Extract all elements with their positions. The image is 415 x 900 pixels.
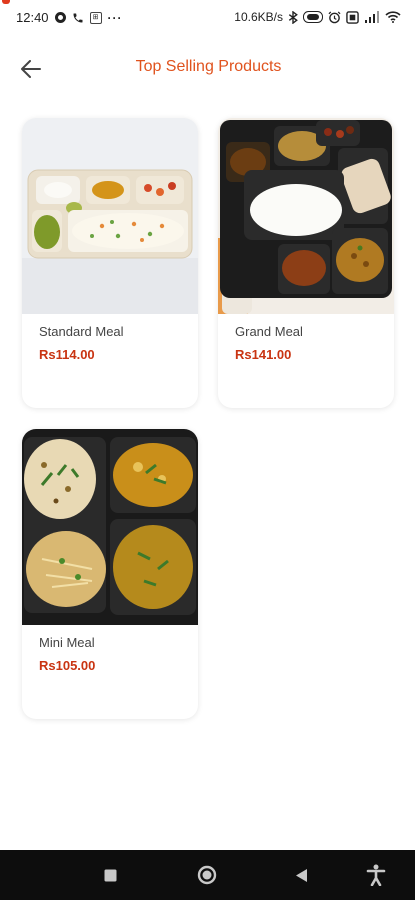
system-nav-bar — [0, 850, 415, 900]
app-header: Top Selling Products — [0, 44, 415, 92]
product-card-mini-meal[interactable]: Mini Meal Rs105.00 — [22, 429, 198, 719]
product-card-standard-meal[interactable]: Standard Meal Rs114.00 — [22, 118, 198, 408]
home-circle-icon — [197, 865, 217, 885]
back-nav-button[interactable] — [276, 850, 326, 900]
page-title: Top Selling Products — [135, 58, 282, 75]
grand-meal-image — [218, 118, 394, 314]
wifi-icon — [385, 11, 401, 23]
accessibility-button[interactable] — [351, 850, 401, 900]
accessibility-icon — [366, 864, 386, 886]
recents-square-icon — [104, 869, 116, 881]
bluetooth-icon — [288, 10, 298, 24]
signal-icon — [365, 11, 379, 23]
product-price: Rs114.00 — [39, 347, 95, 362]
network-speed: 10.6KB/s — [234, 10, 283, 24]
app-box-icon: ⊞ — [89, 11, 102, 24]
mini-meal-image — [22, 429, 198, 625]
product-name: Standard Meal — [39, 324, 124, 339]
hd-icon — [303, 11, 323, 23]
alarm-icon — [328, 11, 341, 23]
more-dots-icon: ··· — [107, 10, 123, 25]
status-left: 12:40 ⊞ ··· — [16, 10, 123, 25]
standard-meal-image — [22, 118, 198, 314]
battery-saver-icon — [346, 10, 359, 24]
status-bar: 12:40 ⊞ ··· 10.6KB/s — [0, 0, 415, 36]
status-right: 10.6KB/s — [234, 10, 401, 24]
back-triangle-icon — [295, 868, 307, 882]
status-time: 12:40 — [16, 10, 49, 25]
product-card-grand-meal[interactable]: Grand Meal Rs141.00 — [218, 118, 394, 408]
product-name: Mini Meal — [39, 635, 95, 650]
product-name: Grand Meal — [235, 324, 303, 339]
phone-icon — [73, 13, 83, 22]
home-button[interactable] — [182, 850, 232, 900]
product-price: Rs141.00 — [235, 347, 292, 362]
product-price: Rs105.00 — [39, 658, 96, 673]
recording-indicator — [2, 0, 10, 4]
recents-button[interactable] — [85, 850, 135, 900]
notification-dot-icon — [54, 12, 66, 23]
